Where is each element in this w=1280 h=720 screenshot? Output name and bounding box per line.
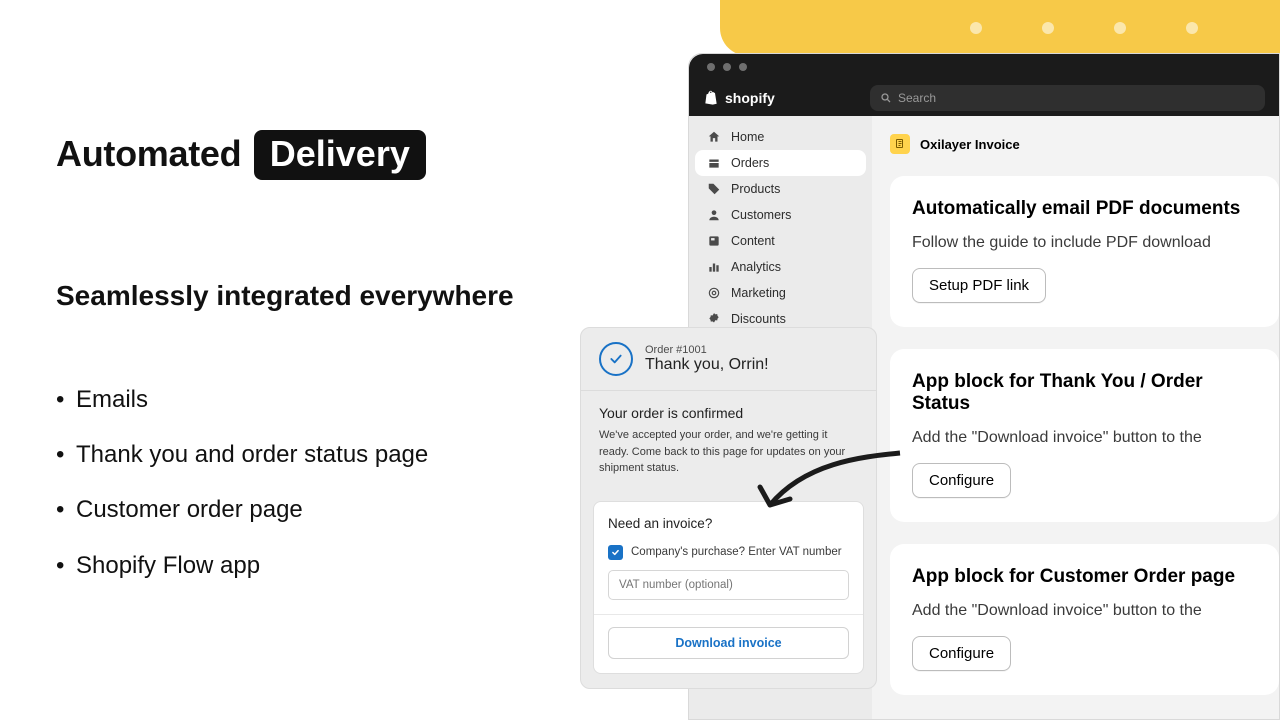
app-title-label: Oxilayer Invoice xyxy=(920,137,1020,152)
settings-card: App block for Customer Order page Add th… xyxy=(890,544,1279,695)
confirm-title: Your order is confirmed xyxy=(599,405,858,421)
products-icon xyxy=(707,182,721,196)
sidebar-item-label: Home xyxy=(731,130,764,144)
brand-label: shopify xyxy=(725,90,775,106)
order-status-popup: Order #1001 Thank you, Orrin! Your order… xyxy=(580,327,877,689)
bullet: Shopify Flow app xyxy=(56,538,576,593)
marketing-copy: Automated Delivery Seamlessly integrated… xyxy=(56,130,576,593)
content-icon xyxy=(707,234,721,248)
order-number: Order #1001 xyxy=(645,344,769,356)
app-title: Oxilayer Invoice xyxy=(890,134,1279,154)
discounts-icon xyxy=(707,312,721,326)
browser-tabbar xyxy=(689,54,1279,80)
home-icon xyxy=(707,130,721,144)
traffic-dot xyxy=(739,63,747,71)
traffic-dot xyxy=(723,63,731,71)
customers-icon xyxy=(707,208,721,222)
confirm-box: Your order is confirmed We've accepted y… xyxy=(581,390,876,491)
configure-button[interactable]: Configure xyxy=(912,636,1011,671)
marketing-icon xyxy=(707,286,721,300)
bullet: Customer order page xyxy=(56,482,576,537)
invoice-question: Need an invoice? xyxy=(608,516,849,531)
sidebar-item-home[interactable]: Home xyxy=(695,124,866,150)
topbar: shopify Search xyxy=(689,80,1279,116)
settings-card: App block for Thank You / Order Status A… xyxy=(890,349,1279,522)
app-icon xyxy=(890,134,910,154)
shopify-icon xyxy=(703,90,719,106)
card-heading: App block for Thank You / Order Status xyxy=(912,371,1257,415)
configure-button[interactable]: Configure xyxy=(912,463,1011,498)
checkbox-label: Company's purchase? Enter VAT number xyxy=(631,546,842,558)
company-purchase-checkbox[interactable]: Company's purchase? Enter VAT number xyxy=(608,545,849,560)
check-circle-icon xyxy=(599,342,633,376)
bullet: Emails xyxy=(56,372,576,427)
sidebar-item-label: Customers xyxy=(731,208,791,222)
card-desc: Add the "Download invoice" button to the xyxy=(912,429,1257,447)
search-placeholder: Search xyxy=(898,91,936,105)
sidebar-item-label: Discounts xyxy=(731,312,786,326)
sidebar-item-customers[interactable]: Customers xyxy=(695,202,866,228)
checkbox-checked-icon xyxy=(608,545,623,560)
bullet: Thank you and order status page xyxy=(56,427,576,482)
analytics-icon xyxy=(707,260,721,274)
thank-you-heading: Thank you, Orrin! xyxy=(645,356,769,374)
search-icon xyxy=(880,92,892,104)
marketing-subtitle: Seamlessly integrated everywhere xyxy=(56,280,576,312)
sidebar-item-marketing[interactable]: Marketing xyxy=(695,280,866,306)
invoice-box: Need an invoice? Company's purchase? Ent… xyxy=(593,501,864,674)
card-heading: Automatically email PDF documents xyxy=(912,198,1257,220)
settings-card: Automatically email PDF documents Follow… xyxy=(890,176,1279,327)
orders-icon xyxy=(707,156,721,170)
vat-input[interactable] xyxy=(608,570,849,600)
card-heading: App block for Customer Order page xyxy=(912,566,1257,588)
search-input[interactable]: Search xyxy=(870,85,1265,111)
marketing-bullets: Emails Thank you and order status page C… xyxy=(56,372,576,593)
sidebar-item-orders[interactable]: Orders xyxy=(695,150,866,176)
sidebar-item-products[interactable]: Products xyxy=(695,176,866,202)
sidebar-item-label: Marketing xyxy=(731,286,786,300)
brand: shopify xyxy=(703,90,775,106)
title-plain: Automated xyxy=(56,133,241,174)
sidebar-item-label: Products xyxy=(731,182,780,196)
sidebar-item-label: Content xyxy=(731,234,775,248)
sidebar-item-label: Orders xyxy=(731,156,769,170)
download-invoice-button[interactable]: Download invoice xyxy=(608,627,849,659)
content-area: Oxilayer Invoice Automatically email PDF… xyxy=(872,116,1279,719)
sidebar-item-label: Analytics xyxy=(731,260,781,274)
confirm-desc: We've accepted your order, and we're get… xyxy=(599,427,858,477)
card-desc: Follow the guide to include PDF download xyxy=(912,234,1257,252)
sidebar-item-analytics[interactable]: Analytics xyxy=(695,254,866,280)
setup-pdf-link-button[interactable]: Setup PDF link xyxy=(912,268,1046,303)
yellow-banner xyxy=(720,0,1280,56)
title-box: Delivery xyxy=(254,130,426,180)
sidebar-item-content[interactable]: Content xyxy=(695,228,866,254)
traffic-dot xyxy=(707,63,715,71)
card-desc: Add the "Download invoice" button to the xyxy=(912,602,1257,620)
